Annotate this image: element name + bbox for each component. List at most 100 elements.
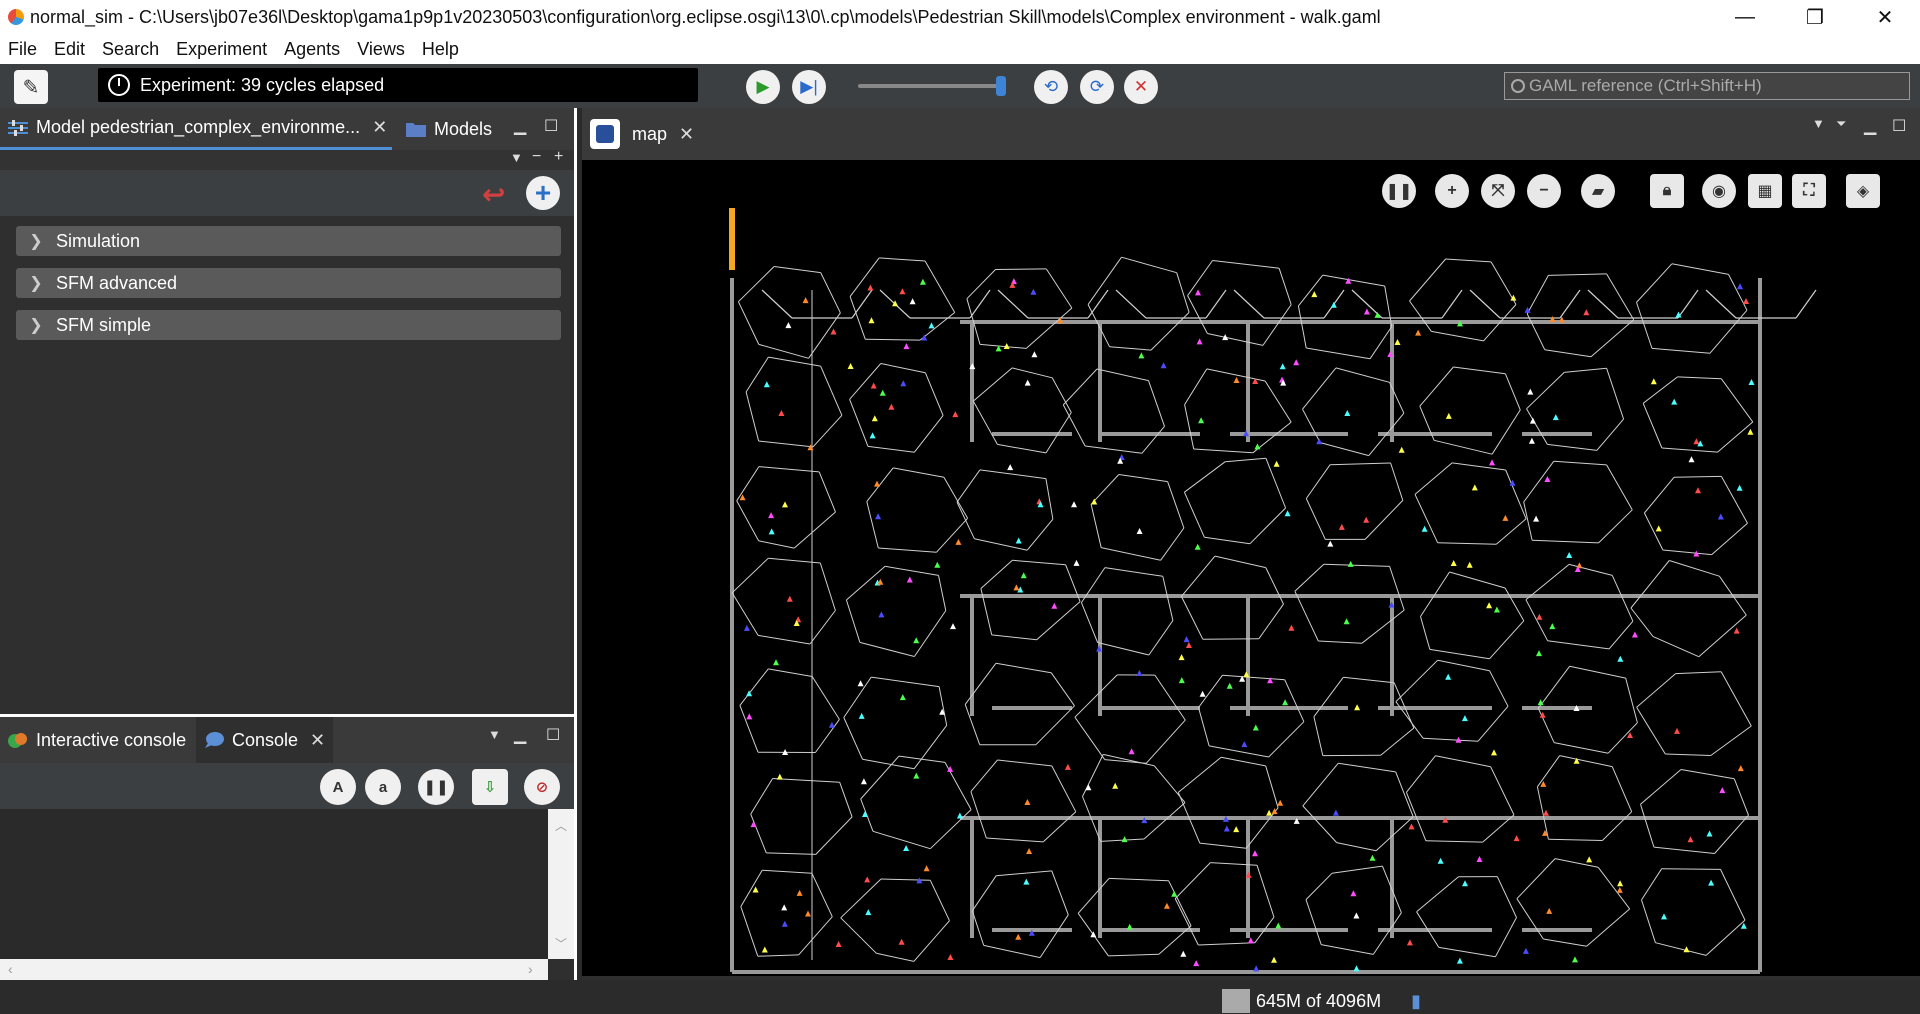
pedestrian-agent[interactable]: [1163, 902, 1170, 909]
pedestrian-agent[interactable]: [1695, 487, 1701, 494]
pedestrian-agent[interactable]: [1471, 484, 1478, 491]
view-menu-icon[interactable]: ▼: [510, 150, 523, 165]
pedestrian-agent[interactable]: [934, 561, 941, 568]
pedestrian-agent[interactable]: [1513, 835, 1520, 842]
pedestrian-agent[interactable]: [1461, 715, 1468, 722]
fullscreen-button[interactable]: ⛶: [1792, 174, 1826, 208]
pedestrian-agent[interactable]: [763, 381, 770, 388]
menu-help[interactable]: Help: [414, 39, 468, 60]
pedestrian-agent[interactable]: [1456, 957, 1463, 964]
gaml-search-input[interactable]: GAML reference (Ctrl+Shift+H): [1504, 72, 1910, 100]
lock-button[interactable]: 🔒︎: [1650, 174, 1684, 208]
pedestrian-agent[interactable]: [1533, 515, 1540, 522]
pedestrian-agent[interactable]: [1586, 856, 1593, 863]
scroll-down-arrow-icon[interactable]: ﹀: [555, 935, 567, 952]
pedestrian-agent[interactable]: [913, 772, 920, 779]
pedestrian-agent[interactable]: [785, 322, 792, 329]
pedestrian-agent[interactable]: [1536, 650, 1542, 657]
pedestrian-agent[interactable]: [796, 889, 803, 896]
pedestrian-agent[interactable]: [906, 576, 913, 583]
pedestrian-agent[interactable]: [1138, 352, 1145, 359]
pedestrian-agent[interactable]: [1316, 438, 1323, 445]
pedestrian-agent[interactable]: [1271, 956, 1277, 963]
pedestrian-agent[interactable]: [1583, 309, 1590, 316]
pedestrian-agent[interactable]: [1347, 560, 1354, 567]
pedestrian-agent[interactable]: [1733, 627, 1740, 634]
pedestrian-agent[interactable]: [878, 611, 885, 618]
pedestrian-agent[interactable]: [1363, 516, 1370, 523]
pedestrian-agent[interactable]: [1369, 854, 1376, 861]
pedestrian-agent[interactable]: [1254, 443, 1261, 450]
pedestrian-agent[interactable]: [1071, 501, 1077, 508]
pedestrian-agent[interactable]: [802, 297, 809, 304]
minimize-button[interactable]: —: [1710, 0, 1780, 34]
pause-display-button[interactable]: ❚❚: [1382, 174, 1416, 208]
pedestrian-agent[interactable]: [1288, 624, 1295, 631]
pedestrian-agent[interactable]: [955, 538, 962, 545]
pedestrian-agent[interactable]: [1311, 291, 1318, 298]
pedestrian-agent[interactable]: [1253, 965, 1260, 972]
pedestrian-agent[interactable]: [1421, 525, 1428, 532]
pedestrian-agent[interactable]: [1013, 584, 1020, 591]
pedestrian-agent[interactable]: [1415, 329, 1422, 336]
pedestrian-agent[interactable]: [1183, 636, 1190, 643]
pedestrian-agent[interactable]: [1247, 937, 1254, 944]
pedestrian-agent[interactable]: [865, 909, 872, 916]
pedestrian-agent[interactable]: [1136, 670, 1143, 676]
pedestrian-agent[interactable]: [1199, 690, 1206, 697]
pedestrian-agent[interactable]: [956, 812, 963, 819]
run-button[interactable]: ▶: [746, 70, 780, 104]
zoom-in-button[interactable]: +: [1435, 174, 1469, 208]
pedestrian-agent[interactable]: [952, 411, 959, 418]
maximize-icon[interactable]: ☐: [546, 725, 560, 745]
menu-search[interactable]: Search: [94, 39, 168, 60]
revert-parameters-button[interactable]: ↩: [482, 178, 512, 210]
pedestrian-agent[interactable]: [947, 954, 954, 960]
pedestrian-agent[interactable]: [1683, 946, 1690, 953]
pedestrian-agent[interactable]: [768, 512, 775, 519]
pedestrian-agent[interactable]: [1344, 410, 1351, 416]
pedestrian-agent[interactable]: [1687, 836, 1694, 843]
pedestrian-agent[interactable]: [857, 680, 864, 687]
console-output[interactable]: [0, 809, 548, 959]
pedestrian-agent[interactable]: [1020, 572, 1027, 579]
scroll-lock-button[interactable]: ⇩: [472, 769, 508, 805]
pedestrian-agent[interactable]: [1226, 682, 1233, 689]
pedestrian-agent[interactable]: [858, 712, 865, 719]
menu-agents[interactable]: Agents: [276, 39, 349, 60]
close-icon[interactable]: ✕: [372, 117, 387, 138]
toggle-overlay-button[interactable]: ▦: [1748, 174, 1782, 208]
pedestrian-agent[interactable]: [805, 910, 811, 917]
reload-button[interactable]: ⟲: [1034, 70, 1068, 104]
pedestrian-agent[interactable]: [1007, 464, 1014, 471]
pedestrian-agent[interactable]: [1706, 830, 1713, 837]
view-menu-icon[interactable]: ▼: [1812, 116, 1825, 131]
pedestrian-agent[interactable]: [781, 920, 788, 927]
console-vertical-scrollbar[interactable]: ︿ ﹀: [548, 809, 574, 959]
pedestrian-agent[interactable]: [1674, 727, 1680, 734]
pedestrian-agent[interactable]: [1128, 748, 1135, 755]
pedestrian-agent[interactable]: [1617, 880, 1624, 887]
pedestrian-agent[interactable]: [1408, 823, 1415, 830]
pedestrian-agent[interactable]: [1543, 809, 1549, 816]
step-button[interactable]: ▶|: [792, 70, 826, 104]
pedestrian-agent[interactable]: [752, 886, 759, 893]
stop-button[interactable]: ✕: [1124, 70, 1158, 104]
pedestrian-agent[interactable]: [1566, 552, 1573, 558]
pedestrian-agent[interactable]: [1015, 537, 1022, 544]
pedestrian-agent[interactable]: [1353, 912, 1360, 919]
pedestrian-agent[interactable]: [1112, 782, 1119, 789]
pedestrian-agent[interactable]: [1650, 378, 1657, 385]
pedestrian-agent[interactable]: [1064, 763, 1071, 770]
close-icon[interactable]: ✕: [310, 730, 325, 751]
pedestrian-agent[interactable]: [1502, 514, 1509, 521]
pedestrian-agent[interactable]: [786, 595, 793, 602]
pedestrian-agent[interactable]: [903, 343, 910, 350]
pedestrian-agent[interactable]: [1489, 459, 1495, 466]
pedestrian-agent[interactable]: [781, 904, 788, 911]
pedestrian-agent[interactable]: [1717, 513, 1724, 520]
pedestrian-agent[interactable]: [1073, 559, 1080, 566]
pedestrian-agent[interactable]: [1693, 438, 1700, 445]
pedestrian-agent[interactable]: [1277, 799, 1284, 806]
pedestrian-agent[interactable]: [1549, 316, 1556, 322]
